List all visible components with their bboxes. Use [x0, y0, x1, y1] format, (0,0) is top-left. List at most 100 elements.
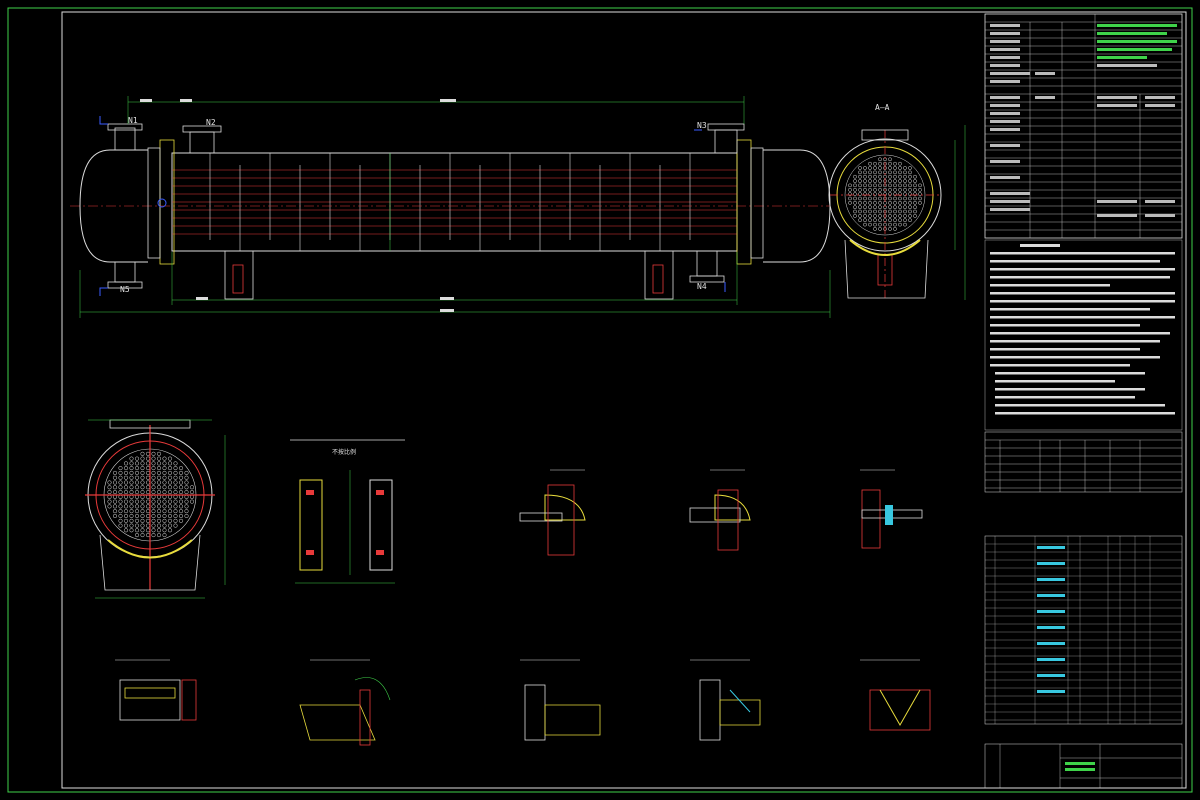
tube-hole: [173, 470, 178, 475]
tube-hole: [858, 179, 862, 183]
tube-hole: [151, 456, 156, 461]
nozzle-label-n4: N4: [697, 282, 707, 291]
tube-hole: [898, 205, 902, 210]
tube-hole: [118, 513, 123, 519]
tube-hole: [173, 499, 178, 504]
tube-hole: [156, 509, 162, 514]
tube-hole: [868, 174, 872, 179]
tube-hole: [140, 509, 145, 514]
nozzle-label-n5: N5: [120, 285, 130, 294]
tube-hole: [123, 523, 129, 528]
tube-hole: [134, 475, 140, 480]
tube-hole: [178, 470, 184, 475]
tube-hole: [140, 533, 145, 538]
tube-hole: [151, 466, 156, 471]
tube-hole: [129, 528, 134, 533]
tube-hole: [118, 470, 123, 475]
tube-hole: [145, 485, 151, 490]
tube-hole: [112, 490, 118, 495]
tube-hole: [118, 504, 123, 509]
tube-hole: [913, 174, 917, 179]
tube-hole: [863, 183, 867, 188]
tube-hole: [863, 166, 867, 170]
tube-hole: [873, 161, 877, 166]
tube-hole: [151, 518, 156, 523]
tube-hole: [863, 179, 867, 183]
detail-scale-note: 不按比例: [332, 448, 356, 456]
tube-hole: [863, 214, 867, 218]
tube-hole: [913, 179, 917, 183]
tube-hole: [167, 480, 173, 485]
tube-hole: [118, 475, 123, 480]
tube-hole: [868, 179, 872, 183]
nozzle-label-n2: N2: [206, 118, 216, 127]
tube-hole: [898, 179, 902, 183]
tube-hole: [151, 490, 156, 495]
tube-hole: [145, 480, 151, 485]
tube-hole: [853, 187, 857, 192]
tube-hole: [129, 490, 134, 495]
tube-hole: [903, 179, 907, 183]
tube-hole: [903, 187, 907, 192]
tube-hole: [173, 466, 178, 471]
tube-hole: [878, 174, 882, 179]
tube-hole: [913, 205, 917, 210]
tube-hole: [129, 466, 134, 471]
tube-hole: [858, 209, 862, 214]
tube-hole: [118, 518, 123, 523]
tube-hole: [189, 490, 195, 495]
tube-hole: [140, 499, 145, 504]
tube-hole: [858, 166, 862, 170]
tube-hole: [145, 470, 151, 475]
tube-hole: [888, 166, 892, 170]
tube-hole: [173, 523, 178, 528]
tube-hole: [145, 451, 151, 456]
tube-hole: [145, 499, 151, 504]
tube-hole: [893, 179, 897, 183]
tube-hole: [888, 205, 892, 210]
tube-hole: [140, 513, 145, 519]
tube-hole: [129, 480, 134, 485]
tube-hole: [878, 227, 882, 231]
tube-hole: [868, 205, 872, 210]
tube-hole: [178, 485, 184, 490]
tube-hole: [123, 509, 129, 514]
tube-hole: [162, 466, 167, 471]
tube-hole: [868, 187, 872, 192]
tube-hole: [145, 528, 151, 533]
tube-hole: [903, 218, 907, 223]
tube-hole: [878, 179, 882, 183]
tube-hole: [908, 187, 912, 192]
tube-hole: [107, 485, 112, 490]
tube-hole: [167, 466, 173, 471]
tube-hole: [129, 518, 134, 523]
tube-hole: [858, 218, 862, 223]
tube-hole: [908, 170, 912, 175]
tube-hole: [184, 485, 189, 490]
tube-hole: [118, 523, 123, 528]
tube-hole: [151, 509, 156, 514]
tube-hole: [145, 456, 151, 461]
tube-hole: [123, 480, 129, 485]
tube-hole: [162, 475, 167, 480]
tube-hole: [156, 499, 162, 504]
tube-hole: [184, 470, 189, 475]
tube-hole: [184, 475, 189, 480]
sheet-border: [7, 7, 1193, 793]
tube-hole: [167, 461, 173, 466]
tube-hole: [129, 523, 134, 528]
tube-hole: [873, 214, 877, 218]
tube-hole: [107, 504, 112, 509]
tube-hole: [140, 451, 145, 456]
tube-hole: [118, 494, 123, 499]
tube-hole: [178, 509, 184, 514]
tube-hole: [173, 518, 178, 523]
tube-hole: [858, 196, 862, 201]
tube-hole: [134, 461, 140, 466]
tube-hole: [129, 499, 134, 504]
tube-hole: [151, 485, 156, 490]
tube-hole: [162, 461, 167, 466]
tube-hole: [888, 214, 892, 218]
tube-hole: [893, 218, 897, 223]
tube-hole: [173, 490, 178, 495]
